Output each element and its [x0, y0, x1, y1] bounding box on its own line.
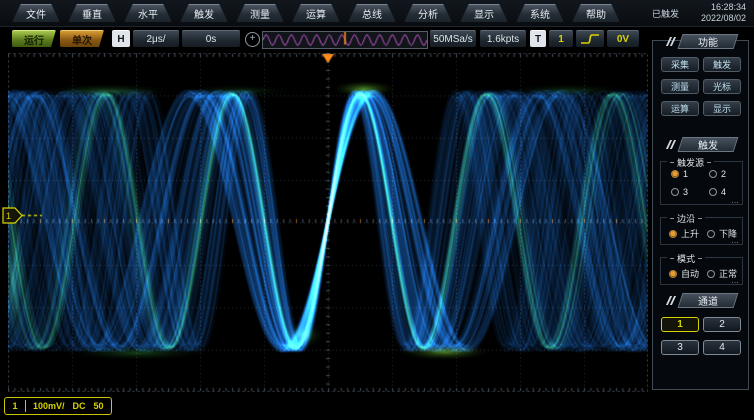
trigger-indicator: T — [530, 30, 546, 47]
timebase-button[interactable]: 2μs/ — [133, 30, 179, 47]
channel-section-header: 通道 — [653, 293, 750, 308]
section-slash-icon — [667, 37, 676, 46]
trigger-slope-button[interactable] — [576, 30, 604, 47]
source-more-dots[interactable]: … — [731, 196, 740, 205]
trigger-source-label: 触发源 — [667, 156, 714, 169]
toolbar: 运行 单次 H 2μs/ 0s + 50MSa/s 1.6kpts T 1 0V — [0, 28, 754, 50]
channel-impedance: 50 — [94, 401, 104, 411]
radio-source-1[interactable]: 1 — [671, 169, 688, 179]
trigger-edge-group: 边沿 上升 下降 … — [660, 217, 743, 245]
menu-item-help[interactable]: 帮助 — [572, 4, 620, 23]
radio-dot — [707, 230, 715, 238]
radio-source-3[interactable]: 3 — [671, 187, 688, 197]
trigger-section-title: 触发 — [698, 137, 718, 152]
menu-item-bus[interactable]: 总线 — [348, 4, 396, 23]
oscilloscope-app: 文件 垂直 水平 触发 测量 运算 总线 分析 显示 系统 帮助 已触发 16:… — [0, 0, 754, 420]
trigger-source-button[interactable]: 1 — [549, 30, 573, 47]
radio-source-4[interactable]: 4 — [709, 187, 726, 197]
channel1-badge[interactable]: 1 100mV/ DC 50 — [4, 397, 112, 415]
channel-2-button[interactable]: 2 — [703, 317, 741, 332]
section-slash-icon — [667, 140, 676, 149]
radio-dot — [709, 170, 717, 178]
channel-1-button[interactable]: 1 — [661, 317, 699, 332]
horizontal-indicator: H — [112, 30, 130, 47]
single-button[interactable]: 单次 — [60, 30, 104, 47]
horizontal-preview[interactable] — [262, 31, 428, 49]
menu-item-trigger[interactable]: 触发 — [180, 4, 228, 23]
scope-display: 1 — [8, 53, 648, 392]
horizontal-offset-button[interactable]: 0s — [182, 30, 240, 47]
func-measure-button[interactable]: 测量 — [661, 79, 699, 94]
sample-rate: 50MSa/s — [430, 30, 476, 47]
time-value: 16:28:34 — [701, 2, 746, 13]
trigger-status: 已触发 — [652, 7, 693, 20]
channel-section-title: 通道 — [698, 293, 718, 308]
func-trigger-button[interactable]: 触发 — [703, 57, 741, 72]
radio-dot — [709, 188, 717, 196]
radio-dot — [671, 170, 679, 178]
channel1-ground-marker[interactable]: 1 — [2, 207, 24, 224]
menu-item-horizontal[interactable]: 水平 — [124, 4, 172, 23]
memory-depth: 1.6kpts — [480, 30, 526, 47]
control-panel: 功能 采集 触发 测量 光标 运算 显示 触发 触发源 1 2 3 4 … 边沿… — [652, 40, 749, 390]
menu-item-math[interactable]: 运算 — [292, 4, 340, 23]
radio-dot — [671, 188, 679, 196]
func-display-button[interactable]: 显示 — [703, 101, 741, 116]
func-acquire-button[interactable]: 采集 — [661, 57, 699, 72]
waveform-display — [8, 53, 648, 392]
radio-dot — [669, 270, 677, 278]
menu-item-system[interactable]: 系统 — [516, 4, 564, 23]
clock: 16:28:34 2022/08/02 — [701, 2, 754, 24]
menu-item-analyze[interactable]: 分析 — [404, 4, 452, 23]
channel-number: 1 — [5, 401, 25, 411]
func-math-button[interactable]: 运算 — [661, 101, 699, 116]
radio-dot — [707, 270, 715, 278]
func-cursor-button[interactable]: 光标 — [703, 79, 741, 94]
channel-3-button[interactable]: 3 — [661, 340, 699, 355]
menu-item-vertical[interactable]: 垂直 — [68, 4, 116, 23]
trigger-mode-label: 模式 — [667, 252, 705, 265]
trigger-source-group: 触发源 1 2 3 4 … — [660, 161, 743, 205]
section-slash-icon — [667, 296, 676, 305]
trigger-mode-group: 模式 自动 正常 … — [660, 257, 743, 285]
menu-item-display[interactable]: 显示 — [460, 4, 508, 23]
menu-item-measure[interactable]: 测量 — [236, 4, 284, 23]
channel-scale: 100mV/ — [33, 401, 65, 411]
function-section-title: 功能 — [698, 34, 718, 49]
radio-source-2[interactable]: 2 — [709, 169, 726, 179]
menu-bar: 文件 垂直 水平 触发 测量 运算 总线 分析 显示 系统 帮助 已触发 16:… — [0, 0, 754, 27]
channel-4-button[interactable]: 4 — [703, 340, 741, 355]
channel-coupling: DC — [73, 401, 86, 411]
channel1-marker-label: 1 — [6, 211, 11, 221]
edge-more-dots[interactable]: … — [731, 236, 740, 245]
mode-more-dots[interactable]: … — [731, 276, 740, 285]
radio-edge-rising[interactable]: 上升 — [669, 227, 699, 240]
trigger-edge-label: 边沿 — [667, 212, 705, 225]
zoom-icon[interactable]: + — [245, 32, 260, 47]
rising-edge-icon — [580, 33, 600, 45]
trigger-level-button[interactable]: 0V — [607, 30, 639, 47]
radio-dot — [669, 230, 677, 238]
menu-item-file[interactable]: 文件 — [12, 4, 60, 23]
run-button[interactable]: 运行 — [12, 30, 56, 47]
radio-mode-auto[interactable]: 自动 — [669, 267, 699, 280]
function-section-header: 功能 — [653, 34, 750, 49]
date-value: 2022/08/02 — [701, 13, 746, 24]
trigger-section-header: 触发 — [653, 137, 750, 152]
